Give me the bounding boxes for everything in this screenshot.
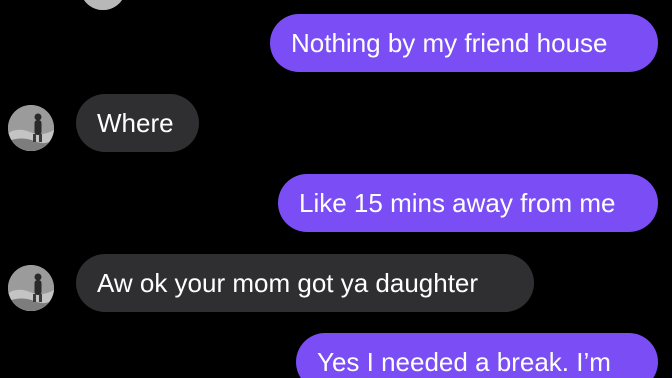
- avatar-photo-icon: [8, 265, 54, 311]
- message-text: Like 15 mins away from me: [299, 187, 616, 218]
- sent-message-bubble[interactable]: Nothing by my friend house: [270, 14, 658, 72]
- received-message-bubble[interactable]: Aw ok your mom got ya daughter: [76, 254, 534, 312]
- message-text: Where: [97, 107, 174, 138]
- contact-avatar[interactable]: [80, 0, 126, 10]
- sent-message-bubble[interactable]: Like 15 mins away from me: [278, 174, 658, 232]
- message-text: Yes I needed a break. I’m: [317, 346, 611, 377]
- contact-avatar[interactable]: [8, 265, 54, 311]
- sent-message-bubble[interactable]: Yes I needed a break. I’m: [296, 333, 658, 378]
- message-text: Nothing by my friend house: [291, 27, 608, 58]
- contact-avatar[interactable]: [8, 105, 54, 151]
- message-text: Aw ok your mom got ya daughter: [97, 267, 479, 298]
- avatar-photo-icon: [8, 105, 54, 151]
- received-message-bubble[interactable]: Where: [76, 94, 199, 152]
- avatar-photo-icon: [80, 0, 126, 10]
- message-thread: Nothing by my friend house Where Like 15…: [0, 0, 672, 378]
